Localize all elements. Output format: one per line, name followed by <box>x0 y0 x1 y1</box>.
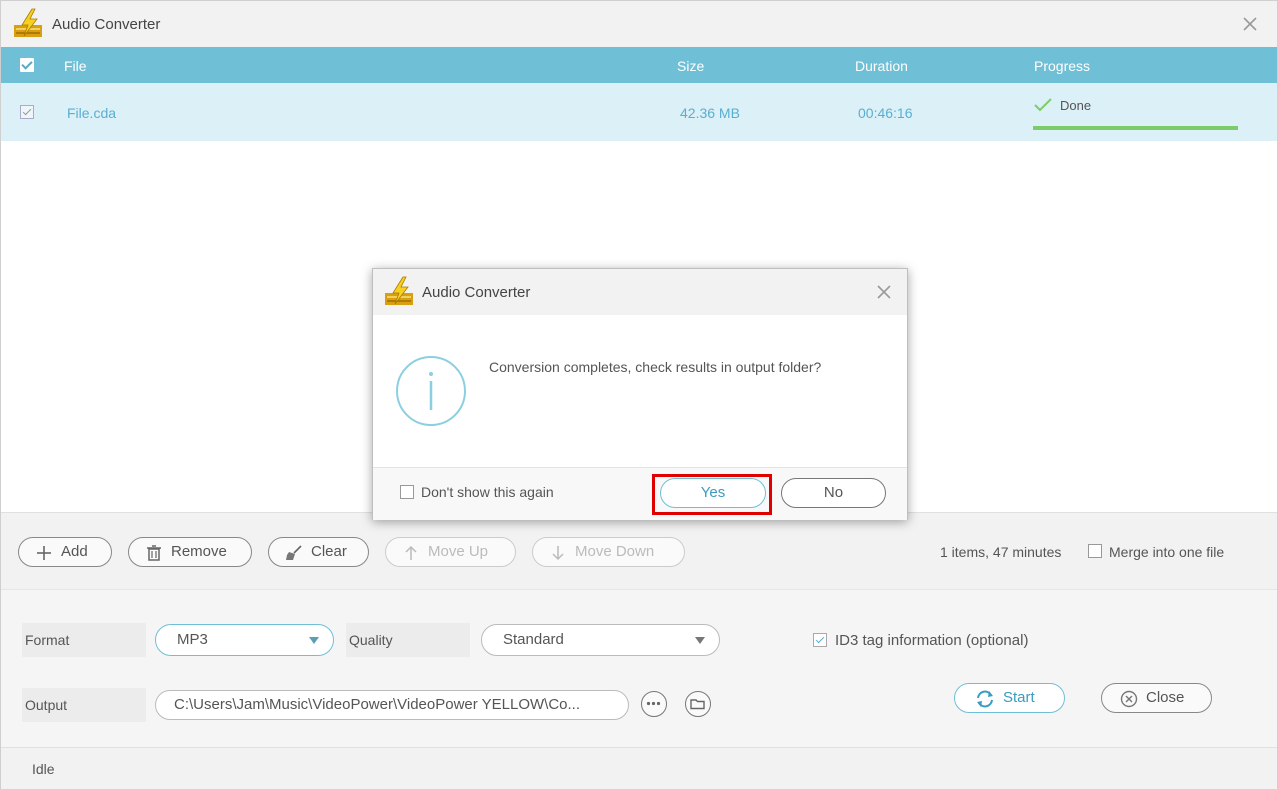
dropdown-arrow-icon <box>309 637 319 644</box>
quality-value: Standard <box>503 631 564 648</box>
start-button[interactable]: Start <box>954 683 1065 713</box>
dialog-footer: Don't show this again Yes No <box>373 467 907 520</box>
table-row[interactable]: File.cda 42.36 MB 00:46:16 Done <box>1 83 1277 141</box>
format-value: MP3 <box>177 631 208 648</box>
completion-dialog: Audio Converter Conversion completes, ch… <box>372 268 908 520</box>
row-size: 42.36 MB <box>680 105 740 121</box>
browse-button[interactable] <box>641 691 667 717</box>
circle-x-icon <box>1120 690 1138 708</box>
id3-checkbox[interactable] <box>813 633 827 647</box>
arrow-up-icon <box>405 545 417 560</box>
lightning-logo-icon <box>385 276 413 305</box>
folder-icon <box>690 699 705 710</box>
action-toolbar: Add Remove Clear Move Up Move Down 1 ite… <box>1 512 1277 589</box>
yes-button[interactable]: Yes <box>660 478 766 508</box>
add-button[interactable]: Add <box>18 537 112 567</box>
status-bar: Idle <box>1 747 1277 789</box>
file-table-header: File Size Duration Progress <box>1 47 1277 83</box>
convert-icon <box>977 690 993 708</box>
close-icon[interactable] <box>1239 13 1261 35</box>
checkmark-icon <box>1034 98 1052 112</box>
move-down-label: Move Down <box>575 543 655 560</box>
close-button[interactable]: Close <box>1101 683 1212 713</box>
dont-show-checkbox[interactable] <box>400 485 414 499</box>
start-label: Start <box>1003 689 1035 706</box>
dont-show-label[interactable]: Don't show this again <box>421 484 554 500</box>
title-bar: Audio Converter <box>1 1 1277 47</box>
lightning-logo-icon <box>14 8 42 37</box>
info-icon <box>396 356 466 426</box>
dropdown-arrow-icon <box>695 637 705 644</box>
output-label: Output <box>22 688 146 722</box>
row-duration: 00:46:16 <box>858 105 913 121</box>
id3-label[interactable]: ID3 tag information (optional) <box>835 632 1028 649</box>
format-label: Format <box>22 623 146 657</box>
move-down-button[interactable]: Move Down <box>532 537 685 567</box>
row-checkbox[interactable] <box>20 105 34 119</box>
move-up-button[interactable]: Move Up <box>385 537 516 567</box>
add-label: Add <box>61 543 88 560</box>
column-size[interactable]: Size <box>677 58 704 74</box>
plus-icon <box>37 546 51 560</box>
row-status: Done <box>1060 98 1092 113</box>
status-text: Idle <box>32 761 55 777</box>
remove-button[interactable]: Remove <box>128 537 252 567</box>
close-label: Close <box>1146 689 1185 706</box>
column-duration[interactable]: Duration <box>855 58 908 74</box>
move-up-label: Move Up <box>428 543 489 560</box>
trash-icon <box>147 545 161 561</box>
no-button[interactable]: No <box>781 478 886 508</box>
row-progress-bar <box>1033 126 1238 130</box>
items-summary: 1 items, 47 minutes <box>940 544 1062 560</box>
select-all-checkbox[interactable] <box>20 58 34 72</box>
clear-button[interactable]: Clear <box>268 537 369 567</box>
remove-label: Remove <box>171 543 227 560</box>
audio-converter-window: Audio Converter File Size Duration Progr… <box>0 0 1278 789</box>
merge-label[interactable]: Merge into one file <box>1109 544 1224 560</box>
dialog-title: Audio Converter <box>422 284 531 301</box>
open-folder-button[interactable] <box>685 691 711 717</box>
output-path-field[interactable]: C:\Users\Jam\Music\VideoPower\VideoPower… <box>155 690 629 720</box>
dialog-message: Conversion completes, check results in o… <box>489 359 822 375</box>
row-progress-fill <box>1033 126 1238 130</box>
broom-icon <box>286 545 302 560</box>
quality-label: Quality <box>346 623 470 657</box>
ellipsis-icon <box>646 701 661 706</box>
merge-checkbox[interactable] <box>1088 544 1102 558</box>
window-title: Audio Converter <box>52 16 161 33</box>
row-file-name: File.cda <box>67 105 117 121</box>
clear-label: Clear <box>311 543 347 560</box>
format-select[interactable]: MP3 <box>155 624 334 656</box>
column-progress[interactable]: Progress <box>1034 58 1090 74</box>
column-file[interactable]: File <box>64 58 87 74</box>
arrow-down-icon <box>552 546 564 561</box>
conversion-settings: Format MP3 Quality Standard ID3 tag info… <box>1 589 1277 747</box>
close-icon[interactable] <box>875 283 893 301</box>
quality-select[interactable]: Standard <box>481 624 720 656</box>
dialog-title-bar: Audio Converter <box>373 269 907 315</box>
